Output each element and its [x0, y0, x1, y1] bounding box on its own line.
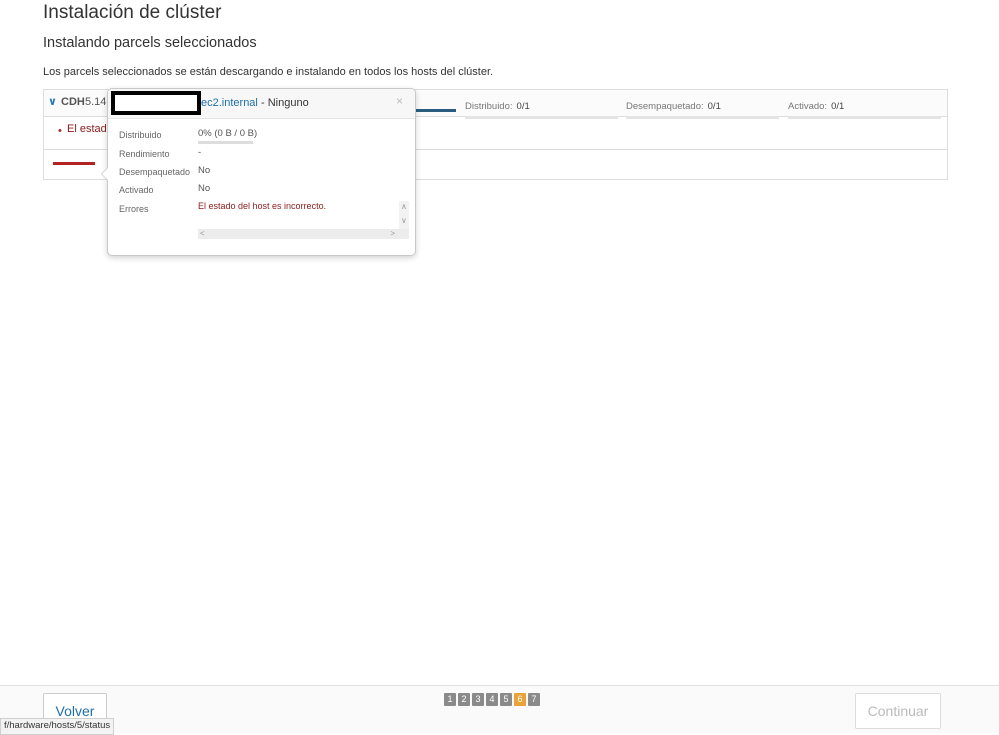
detail-label-throughput: Rendimiento	[119, 149, 170, 159]
progress-label: Activado:	[788, 101, 828, 112]
wizard-step-7[interactable]: 7	[528, 693, 540, 706]
detail-label-activated: Activado	[119, 185, 154, 195]
host-status: - Ninguno	[261, 97, 309, 109]
progress-activated: Activado: 0/1	[788, 96, 941, 119]
wizard-step-1[interactable]: 1	[444, 693, 456, 706]
detail-label-errors: Errores	[119, 204, 149, 214]
detail-value-activated: No	[198, 183, 211, 194]
wizard-step-5[interactable]: 5	[500, 693, 512, 706]
errors-scroll-box[interactable]: El estado del host es incorrecto. ∧ ∨ < …	[198, 201, 409, 239]
host-popover: ec2.internal - Ninguno × Distribuido 0% …	[101, 88, 416, 256]
vertical-scrollbar[interactable]: ∧ ∨	[399, 201, 409, 229]
continue-button[interactable]: Continuar	[855, 693, 941, 729]
redacted-hostname	[111, 91, 201, 115]
parcel-name: CDH	[61, 96, 85, 108]
scroll-left-icon[interactable]: <	[200, 229, 205, 238]
page-description: Los parcels seleccionados se están desca…	[43, 66, 494, 78]
close-icon[interactable]: ×	[396, 94, 403, 108]
detail-label-unpacked: Desempaquetado	[119, 167, 191, 177]
scroll-up-icon[interactable]: ∧	[401, 202, 407, 211]
detail-value-distributed: 0% (0 B / 0 B)	[198, 128, 258, 139]
download-progress-bar	[416, 109, 456, 112]
progress-value: 0/1	[707, 101, 721, 112]
section-title: Instalando parcels seleccionados	[43, 35, 257, 51]
errors-text: El estado del host es incorrecto.	[198, 201, 327, 211]
wizard-step-6[interactable]: 6	[514, 693, 526, 706]
popover-arrow	[101, 167, 108, 181]
distributed-progress-track	[198, 141, 253, 144]
page-title: Instalación de clúster	[43, 2, 222, 23]
scroll-right-icon[interactable]: >	[390, 229, 395, 238]
host-status-bar[interactable]	[53, 162, 95, 165]
wizard-step-4[interactable]: 4	[486, 693, 498, 706]
detail-value-throughput: -	[198, 147, 202, 158]
parcel-version: 5.14.	[85, 96, 110, 108]
status-bar-url: f/hardware/hosts/5/status	[0, 718, 115, 735]
progress-distributed: Distribuido: 0/1	[465, 96, 618, 119]
horizontal-scrollbar[interactable]: < >	[198, 229, 409, 239]
progress-value: 0/1	[516, 101, 530, 112]
bullet-icon: •	[58, 125, 62, 137]
error-message: El estado	[67, 123, 113, 135]
wizard-steps: 1234567	[444, 693, 540, 706]
wizard-step-3[interactable]: 3	[472, 693, 484, 706]
progress-value: 0/1	[831, 101, 845, 112]
detail-value-unpacked: No	[198, 165, 211, 176]
chevron-down-icon[interactable]: ∨	[48, 95, 57, 108]
wizard-step-2[interactable]: 2	[458, 693, 470, 706]
progress-unpacked: Desempaquetado: 0/1	[626, 96, 779, 119]
popover-header: ec2.internal - Ninguno ×	[108, 89, 415, 119]
scroll-down-icon[interactable]: ∨	[401, 216, 407, 225]
progress-label: Distribuido:	[465, 101, 513, 112]
detail-label-distributed: Distribuido	[119, 130, 162, 140]
host-link[interactable]: ec2.internal	[201, 97, 258, 109]
wizard-footer: Volver 1234567 Continuar	[0, 685, 999, 733]
progress-label: Desempaquetado:	[626, 101, 704, 112]
